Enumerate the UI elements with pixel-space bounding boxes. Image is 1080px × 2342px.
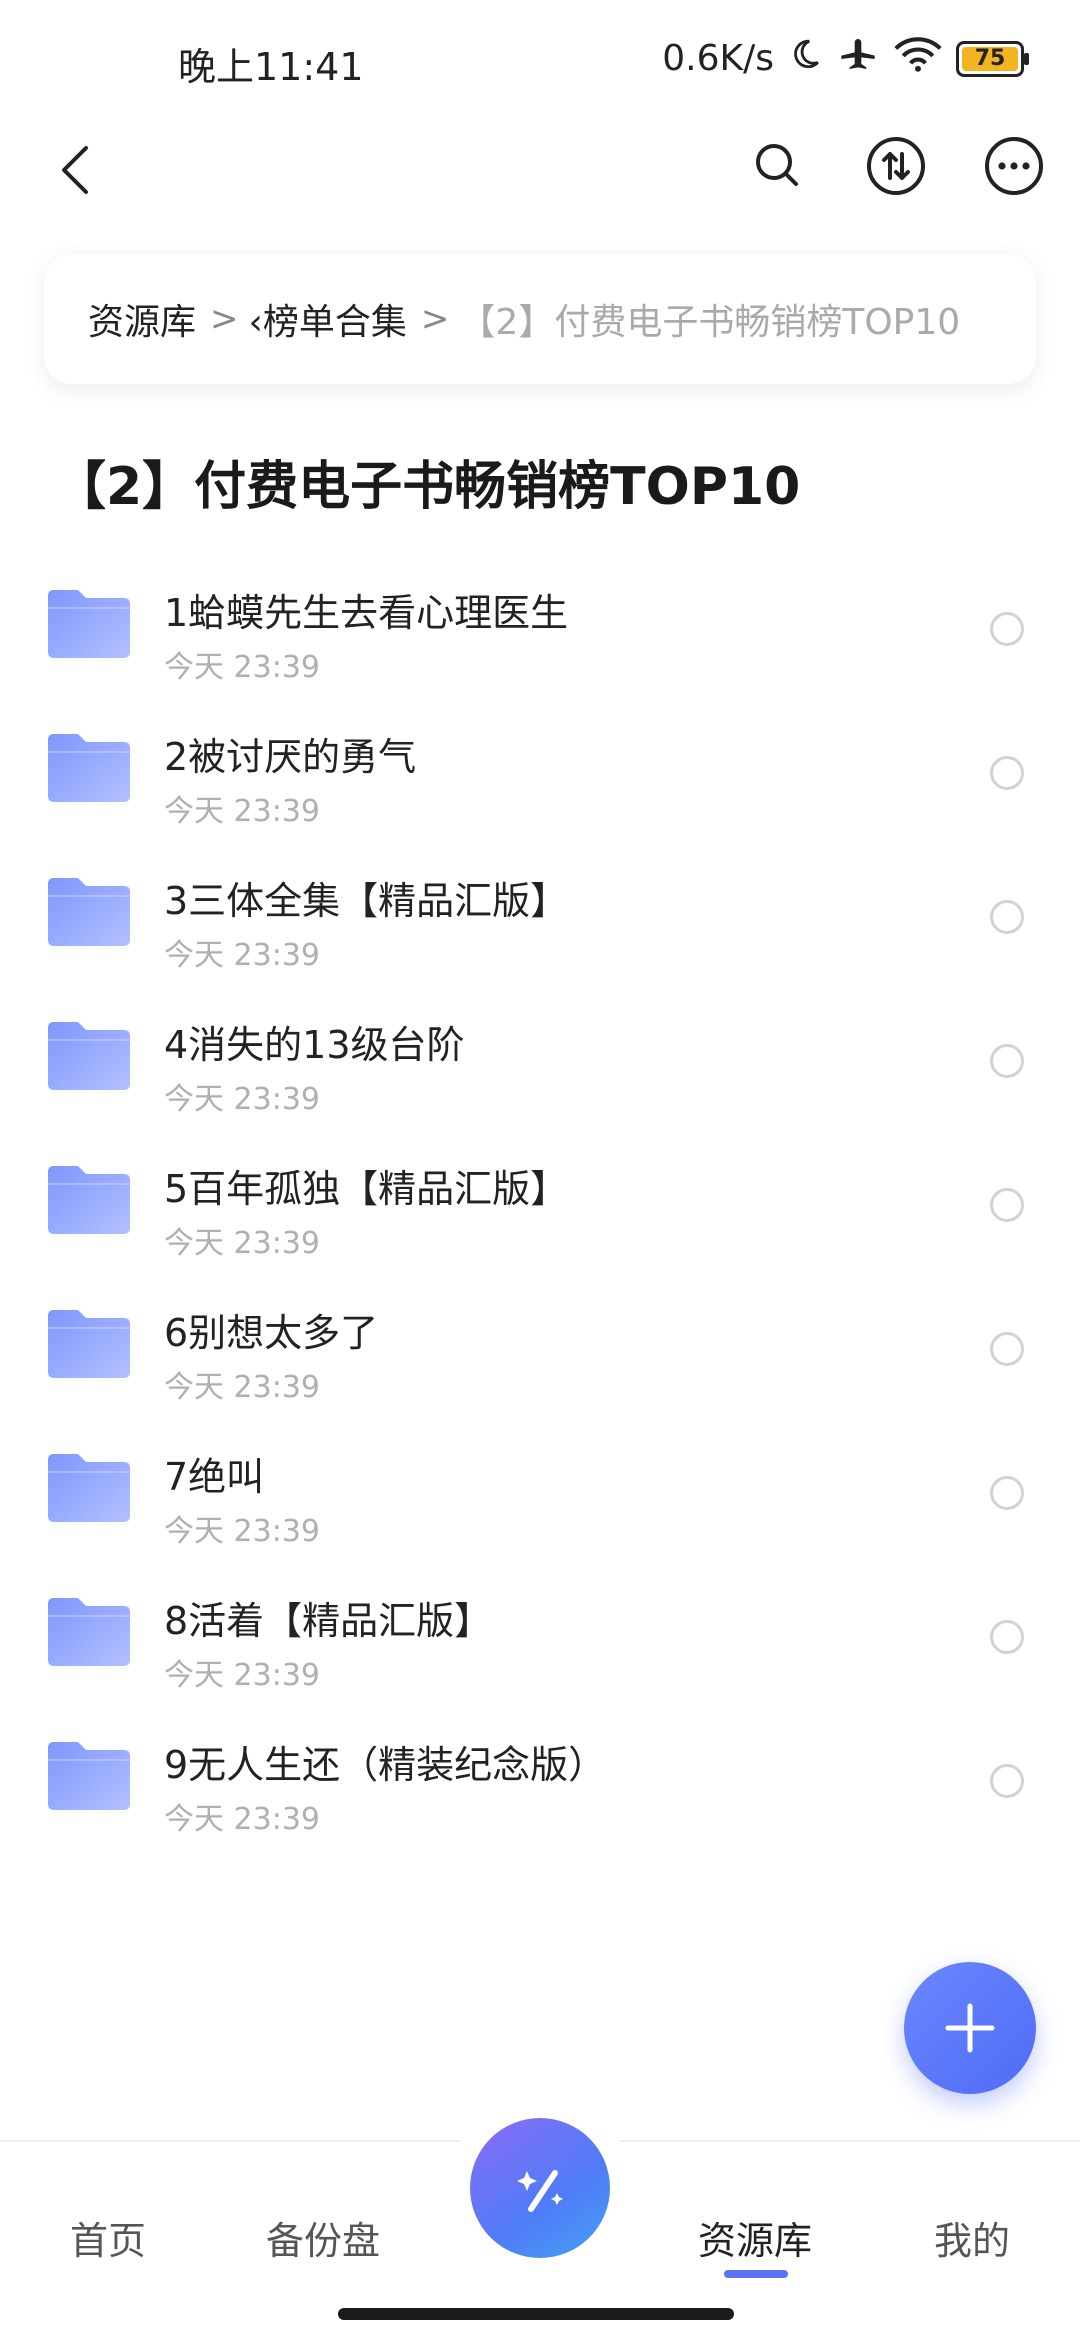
chevron-right-icon: >: [210, 299, 239, 339]
list-item[interactable]: 4消失的13级台阶今天 23:39: [0, 988, 1080, 1132]
chevron-left-icon: [62, 146, 88, 194]
folder-icon: [48, 1022, 130, 1090]
item-time: 今天 23:39: [164, 650, 320, 685]
item-title: 5百年孤独【精品汇版】: [164, 1167, 569, 1211]
breadcrumb-root[interactable]: 资源库: [88, 293, 196, 345]
folder-icon: [48, 878, 130, 946]
home-indicator: [338, 2308, 734, 2320]
transfer-button[interactable]: [860, 130, 932, 202]
folder-list: 1蛤蟆先生去看心理医生 今天 23:39 2被讨厌的勇气 今天 23:39 3三体全集【…: [0, 556, 1080, 1852]
magic-wand-icon: [517, 2170, 563, 2212]
battery-icon: 75: [956, 40, 1029, 77]
list-item[interactable]: 7绝叫今天 23:39: [0, 1420, 1080, 1564]
chevron-right-icon: >: [420, 299, 450, 339]
select-checkbox[interactable]: [990, 1188, 1024, 1222]
back-button[interactable]: [48, 130, 108, 200]
item-time: 今天 23:39: [164, 1802, 320, 1837]
search-button[interactable]: [742, 130, 814, 202]
list-item[interactable]: 8活着【精品汇版】今天 23:39: [0, 1564, 1080, 1708]
item-time: 今天 23:39: [164, 1082, 320, 1117]
select-checkbox[interactable]: [990, 1764, 1024, 1798]
network-speed: 0.6K/s: [662, 38, 774, 79]
select-checkbox[interactable]: [990, 1476, 1024, 1510]
list-item[interactable]: 6别想太多了今天 23:39: [0, 1276, 1080, 1420]
item-time: 今天 23:39: [164, 938, 320, 973]
breadcrumb-middle[interactable]: ‹榜单合集: [249, 293, 407, 345]
item-time: 今天 23:39: [164, 794, 320, 829]
item-title: 4消失的13级台阶: [164, 1023, 465, 1067]
list-item[interactable]: 1蛤蟆先生去看心理医生今天 23:39: [0, 556, 1080, 700]
tab-mine[interactable]: 我的: [934, 2210, 1010, 2265]
breadcrumb: 资源库 > ‹榜单合集 > 【2】付费电子书畅销榜TOP10: [44, 254, 1036, 384]
item-title: 7绝叫: [164, 1455, 265, 1499]
folder-icon: [48, 734, 130, 802]
select-checkbox[interactable]: [990, 900, 1024, 934]
transfer-icon: [867, 137, 925, 195]
list-item[interactable]: 9无人生还（精装纪念版） 今天 23:39: [0, 1708, 1080, 1852]
item-time: 今天 23:39: [164, 1370, 320, 1405]
select-checkbox[interactable]: [990, 612, 1024, 646]
active-tab-indicator: [724, 2270, 788, 2278]
item-title: 8活着【精品汇版】: [164, 1599, 493, 1643]
select-checkbox[interactable]: [990, 1044, 1024, 1078]
more-button[interactable]: [978, 130, 1050, 202]
status-time: 晚上11:41: [178, 45, 364, 89]
airplane-icon: [836, 34, 880, 83]
folder-icon: [48, 1166, 130, 1234]
list-item[interactable]: 3三体全集【精品汇版】今天 23:39: [0, 844, 1080, 988]
tab-library[interactable]: 资源库: [698, 2210, 812, 2265]
top-actions: [742, 130, 1050, 202]
select-checkbox[interactable]: [990, 756, 1024, 790]
list-item[interactable]: 2被讨厌的勇气今天 23:39: [0, 700, 1080, 844]
item-time: 今天 23:39: [164, 1226, 320, 1261]
item-time: 今天 23:39: [164, 1514, 320, 1549]
item-title: 3三体全集【精品汇版】: [164, 879, 569, 923]
item-title: 6别想太多了: [164, 1311, 379, 1355]
add-button[interactable]: [904, 1962, 1036, 2094]
item-title: 9无人生还（精装纪念版）: [164, 1743, 607, 1787]
search-icon: [756, 144, 798, 186]
wifi-icon: [894, 35, 942, 82]
folder-icon: [48, 1310, 130, 1378]
item-title: 1蛤蟆先生去看心理医生: [164, 591, 569, 635]
select-checkbox[interactable]: [990, 1620, 1024, 1654]
folder-icon: [48, 590, 130, 658]
item-time: 今天 23:39: [164, 1658, 320, 1693]
page-title: 【2】付费电子书畅销榜TOP10: [54, 457, 801, 517]
folder-icon: [48, 1742, 130, 1810]
list-item[interactable]: 5百年孤独【精品汇版】今天 23:39: [0, 1132, 1080, 1276]
more-icon: [985, 137, 1043, 195]
magic-wand-button[interactable]: [470, 2118, 610, 2258]
status-indicators: 0.6K/s 75: [662, 34, 1029, 83]
folder-icon: [48, 1454, 130, 1522]
item-title: 2被讨厌的勇气: [164, 735, 417, 779]
status-bar: 晚上11:41 0.6K/s 75: [0, 0, 1080, 120]
moon-icon: [788, 37, 822, 80]
plus-icon: [945, 2003, 995, 2053]
breadcrumb-current: 【2】付费电子书畅销榜TOP10: [459, 302, 961, 343]
select-checkbox[interactable]: [990, 1332, 1024, 1366]
tab-home[interactable]: 首页: [70, 2210, 146, 2265]
folder-icon: [48, 1598, 130, 1666]
battery-level: 75: [974, 46, 1006, 71]
tab-backup[interactable]: 备份盘: [266, 2210, 380, 2265]
